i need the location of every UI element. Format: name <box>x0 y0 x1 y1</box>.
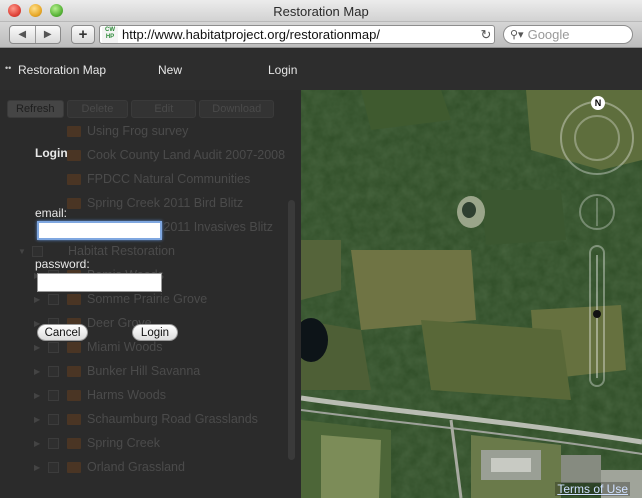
browser-toolbar: ◀ ▶ + CW HP http://www.habitatproject.or… <box>0 22 642 48</box>
expand-right-icon[interactable]: ▶ <box>34 343 40 352</box>
folder-icon <box>67 126 81 137</box>
map-rotate-control[interactable] <box>579 194 615 230</box>
layer-checkbox[interactable] <box>48 414 59 425</box>
expand-right-icon[interactable]: ▶ <box>34 295 40 304</box>
layer-checkbox[interactable] <box>48 294 59 305</box>
tree-item-label: Bunker Hill Savanna <box>87 364 201 378</box>
terms-of-use-link[interactable]: Terms of Use <box>555 482 630 496</box>
password-field[interactable] <box>37 273 162 292</box>
search-field[interactable]: ⚲▾ <box>503 25 633 44</box>
site-favicon-icon: CW HP <box>102 26 118 43</box>
panel-scrollbar[interactable] <box>288 200 295 460</box>
back-button[interactable]: ◀ <box>10 26 36 43</box>
menu-login[interactable]: Login <box>268 63 297 77</box>
forward-button[interactable]: ▶ <box>36 26 61 43</box>
app-menu-bar: •• Restoration Map New Login <box>0 49 642 90</box>
reload-icon[interactable]: ↻ <box>478 27 494 43</box>
tree-item-label: FPDCC Natural Communities <box>87 172 251 186</box>
add-bookmark-button[interactable]: + <box>71 25 95 44</box>
search-icon: ⚲▾ <box>510 29 524 41</box>
map-zoom-slider[interactable] <box>589 245 605 387</box>
url-text[interactable]: http://www.habitatproject.org/restoratio… <box>122 27 478 42</box>
satellite-map[interactable]: N Terms of Use <box>301 90 642 498</box>
tree-item[interactable]: ▶ Spring Creek <box>0 432 288 456</box>
tree-item-label: Orland Grassland <box>87 460 185 474</box>
expand-right-icon[interactable]: ▶ <box>34 391 40 400</box>
email-field[interactable] <box>37 221 162 240</box>
tree-item-label: Miami Woods <box>87 340 163 354</box>
delete-button[interactable]: Delete <box>66 100 129 118</box>
folder-icon <box>67 342 81 353</box>
layer-checkbox[interactable] <box>48 462 59 473</box>
tree-item[interactable]: ▶ Harms Woods <box>0 384 288 408</box>
nav-buttons: ◀ ▶ <box>9 25 61 44</box>
email-label: email: <box>35 206 68 220</box>
tree-item-label: Cook County Land Audit 2007-2008 <box>87 148 286 162</box>
tree-item[interactable]: ▶ Schaumburg Road Grasslands <box>0 408 288 432</box>
tree-item[interactable]: ▶ Orland Grassland <box>0 456 288 480</box>
expand-right-icon[interactable]: ▶ <box>34 415 40 424</box>
expand-down-icon[interactable]: ▼ <box>18 247 26 256</box>
group-checkbox[interactable] <box>32 246 43 257</box>
tree-item[interactable]: ▶Using Frog survey <box>0 120 288 144</box>
layer-checkbox[interactable] <box>48 342 59 353</box>
download-button[interactable]: Download <box>199 100 275 118</box>
panel-toolbar: Refresh Delete Edit Download <box>7 100 275 118</box>
cancel-button[interactable]: Cancel <box>37 324 88 341</box>
tree-item-label: Harms Woods <box>87 388 166 402</box>
tree-item-label: Somme Prairie Grove <box>87 292 208 306</box>
folder-icon <box>67 174 81 185</box>
login-title: Login <box>35 146 68 160</box>
tree-item[interactable]: ▶FPDCC Natural Communities <box>0 168 288 192</box>
tree-item-label: Schaumburg Road Grasslands <box>87 412 258 426</box>
search-input[interactable] <box>527 27 624 42</box>
expand-right-icon[interactable]: ▶ <box>34 463 40 472</box>
menu-new[interactable]: New <box>158 63 182 77</box>
folder-icon <box>67 414 81 425</box>
tree-item-label: Spring Creek <box>87 436 160 450</box>
tree-item-label: Habitat Restoration <box>68 244 176 258</box>
folder-icon <box>67 462 81 473</box>
menu-restoration-map[interactable]: Restoration Map <box>18 63 106 77</box>
refresh-button[interactable]: Refresh <box>7 100 64 118</box>
window-title: Restoration Map <box>273 4 369 19</box>
tree-item-label: Spring Creek 2011 Bird Blitz <box>87 196 244 210</box>
window-titlebar: Restoration Map <box>0 0 642 22</box>
tree-item[interactable]: ▶ Bunker Hill Savanna <box>0 360 288 384</box>
folder-icon <box>67 150 81 161</box>
map-pan-control[interactable] <box>561 102 633 174</box>
folder-icon <box>67 198 81 209</box>
tree-item-label: Using Frog survey <box>87 124 189 138</box>
login-button[interactable]: Login <box>132 324 178 341</box>
layer-tree: ▶Using Frog survey▶Cook County Land Audi… <box>0 120 288 480</box>
folder-icon <box>67 390 81 401</box>
layer-checkbox[interactable] <box>48 366 59 377</box>
folder-icon <box>67 366 81 377</box>
layer-checkbox[interactable] <box>48 390 59 401</box>
address-bar[interactable]: CW HP http://www.habitatproject.org/rest… <box>99 25 495 44</box>
layer-checkbox[interactable] <box>48 438 59 449</box>
menu-grip-icon: •• <box>5 63 12 73</box>
folder-icon <box>67 438 81 449</box>
expand-right-icon[interactable]: ▶ <box>34 439 40 448</box>
folder-icon <box>67 294 81 305</box>
password-label: password: <box>35 257 90 271</box>
edit-button[interactable]: Edit <box>131 100 197 118</box>
expand-right-icon[interactable]: ▶ <box>34 367 40 376</box>
